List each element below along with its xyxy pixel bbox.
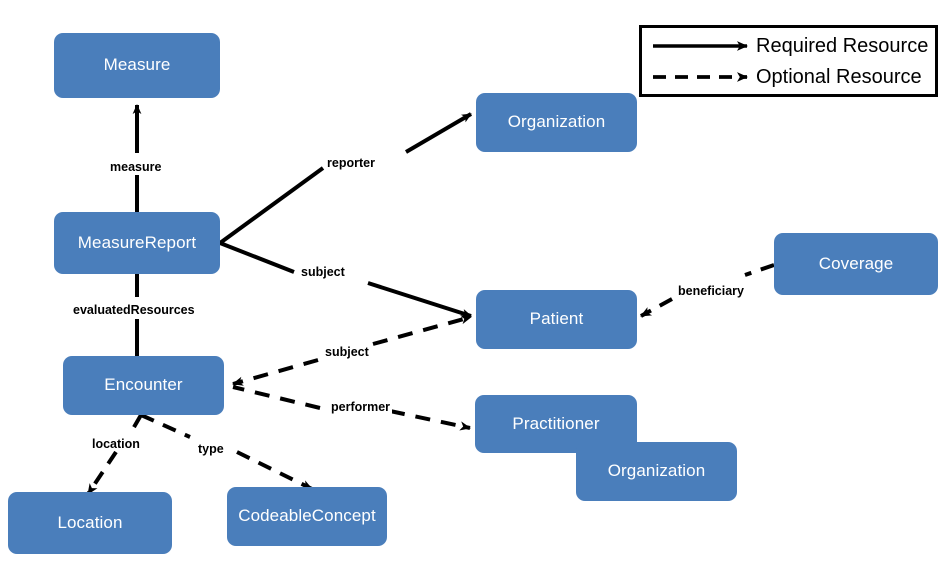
edge-type (140, 413, 313, 491)
node-label: Measure (103, 55, 171, 75)
node-label: Encounter (104, 375, 183, 395)
node-label: Coverage (818, 253, 894, 273)
legend: Required Resource Optional Resource (639, 25, 938, 97)
edge-label-type: type (196, 442, 226, 457)
edge-label-subject-measurereport: subject (299, 265, 347, 280)
node-organization-top[interactable]: Organization (476, 93, 637, 152)
diagram-canvas: Measure MeasureReport Encounter Location… (0, 0, 942, 567)
node-measure[interactable]: Measure (54, 33, 220, 98)
legend-optional-label: Optional Resource (756, 66, 922, 88)
edge-label-location: location (90, 437, 142, 452)
edge-label-evaluatedresources: evaluatedResources (71, 303, 197, 318)
edge-label-subject-encounter: subject (323, 345, 371, 360)
solid-arrow-icon (653, 41, 748, 51)
edge-location (86, 413, 143, 496)
node-coverage[interactable]: Coverage (774, 233, 938, 295)
node-label: MeasureReport (77, 232, 197, 252)
dashed-arrow-icon (653, 72, 748, 82)
edge-subject-measurereport (219, 241, 472, 318)
node-label: Organization (507, 112, 606, 132)
edge-label-measure: measure (108, 160, 164, 175)
node-label: CodeableConcept (238, 506, 376, 526)
legend-row-optional: Optional Resource (642, 61, 935, 93)
edge-label-performer: performer (329, 400, 393, 415)
node-measurereport[interactable]: MeasureReport (54, 212, 220, 274)
edge-reporter (218, 112, 473, 245)
node-label: Organization (607, 461, 706, 481)
node-organization-bottom[interactable]: Organization (576, 442, 737, 501)
node-codeableconcept[interactable]: CodeableConcept (227, 487, 387, 546)
node-label: Practitioner (512, 413, 600, 433)
legend-row-required: Required Resource (642, 30, 935, 62)
edge-label-beneficiary: beneficiary (676, 284, 747, 299)
node-encounter[interactable]: Encounter (63, 356, 224, 415)
node-patient[interactable]: Patient (476, 290, 637, 349)
node-location[interactable]: Location (8, 492, 172, 554)
node-label: Location (57, 512, 123, 532)
legend-required-label: Required Resource (756, 35, 929, 57)
edge-label-reporter: reporter (325, 156, 377, 171)
node-label: Patient (529, 309, 584, 329)
